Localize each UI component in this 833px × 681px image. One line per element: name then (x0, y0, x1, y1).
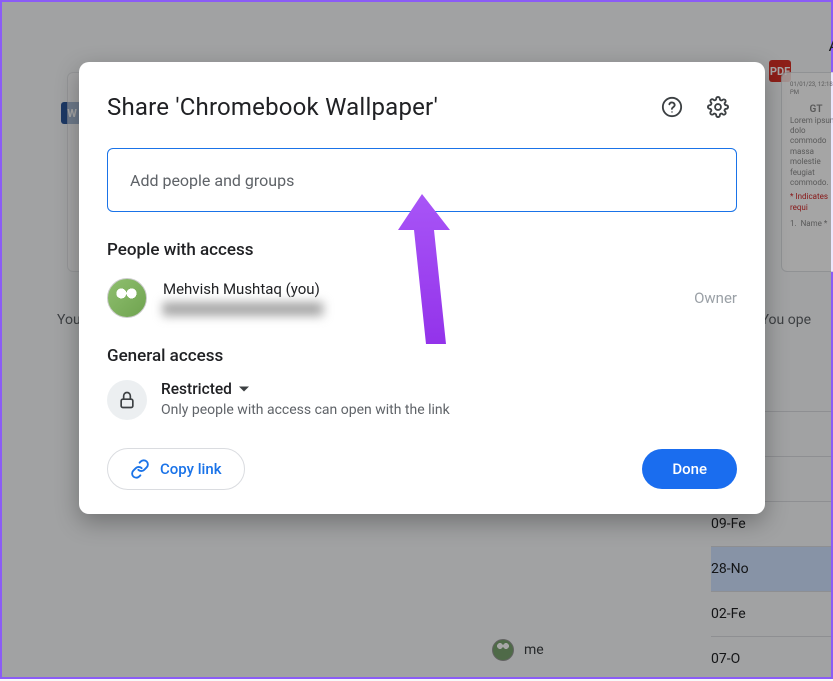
lock-icon-container (107, 380, 147, 420)
access-description: Only people with access can open with th… (161, 402, 450, 418)
general-access-row: Restricted Only people with access can o… (107, 380, 737, 420)
owner-name: Mehvish Mushtaq (you) (163, 280, 678, 298)
done-button[interactable]: Done (642, 449, 737, 489)
person-row-owner: Mehvish Mushtaq (you) Owner (107, 274, 737, 322)
owner-email-blurred (163, 302, 323, 316)
link-icon (130, 459, 150, 479)
add-people-input[interactable] (130, 171, 714, 190)
help-button[interactable] (653, 88, 691, 126)
help-icon (661, 96, 683, 118)
people-section-title: People with access (107, 240, 737, 260)
copy-link-label: Copy link (160, 460, 222, 478)
share-dialog: Share 'Chromebook Wallpaper' People with… (79, 62, 765, 514)
general-access-title: General access (107, 346, 737, 366)
lock-icon (117, 390, 137, 410)
settings-button[interactable] (699, 88, 737, 126)
copy-link-button[interactable]: Copy link (107, 448, 245, 490)
owner-role: Owner (694, 289, 737, 307)
dialog-title: Share 'Chromebook Wallpaper' (107, 93, 645, 121)
caret-down-icon (238, 383, 250, 395)
gear-icon (707, 96, 729, 118)
access-level-dropdown[interactable]: Restricted (161, 380, 450, 398)
owner-avatar (107, 278, 147, 318)
people-input-container[interactable] (107, 148, 737, 212)
access-level-label: Restricted (161, 380, 232, 398)
